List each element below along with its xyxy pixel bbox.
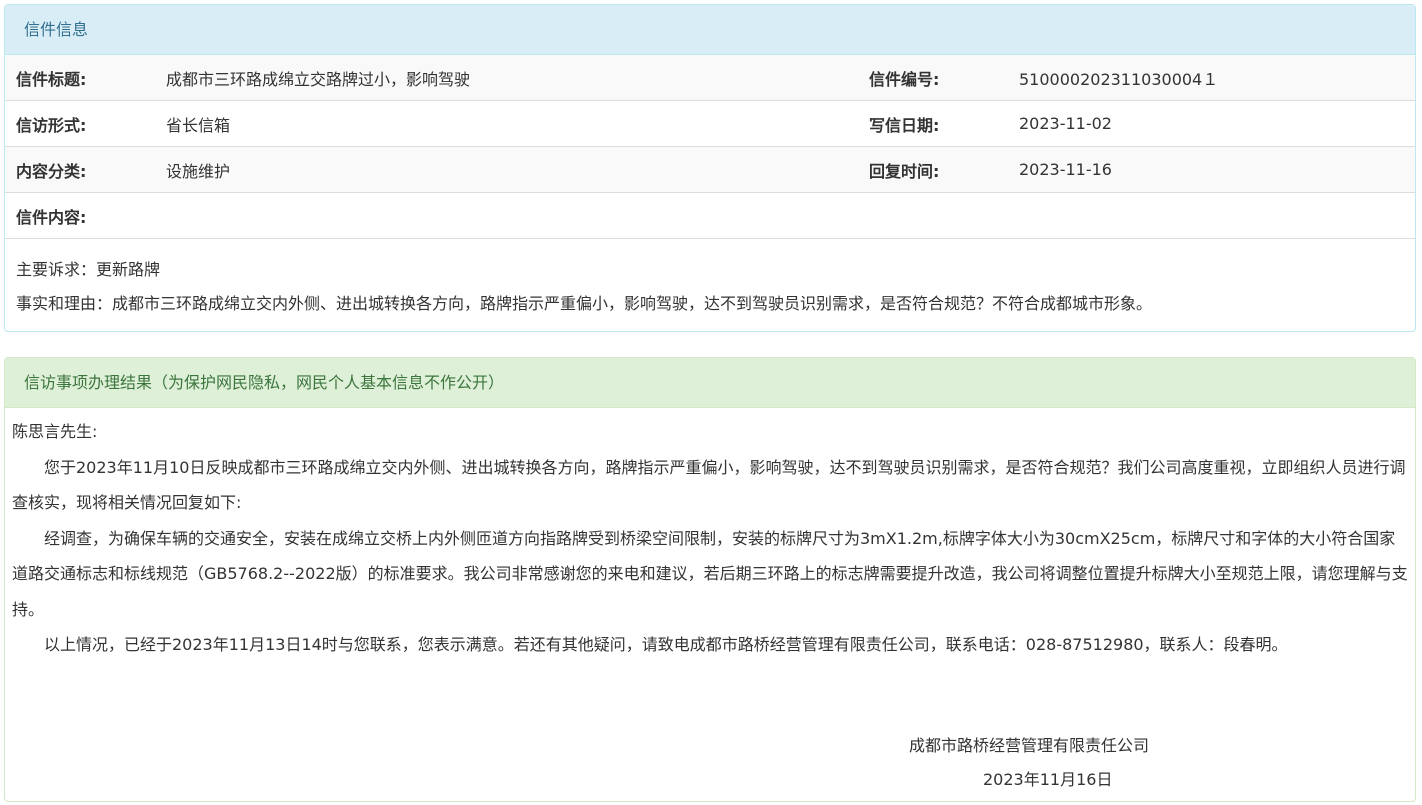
main-request: 主要诉求：更新路牌 [16,260,161,279]
result-paragraph: 以上情况，已经于2023年11月13日14时与您联系，您表示满意。若还有其他疑问… [44,635,1288,654]
result-paragraph: 您于2023年11月10日反映成都市三环路成绵立交内外侧、进出城转换各方向，路牌… [12,457,1406,513]
content-label: 信件内容: [5,192,1415,239]
write-date-label: 写信日期: [858,100,1008,147]
result-body: 陈思言先生: 您于2023年11月10日反映成都市三环路成绵立交内外侧、进出城转… [5,408,1415,663]
visit-form-label: 信访形式: [5,100,155,147]
reply-time-label: 回复时间: [858,146,1008,193]
table-row: 内容分类: 设施维护 回复时间: 2023-11-16 [5,146,1415,193]
reply-time-value: 2023-11-16 [1008,146,1415,193]
letter-info-heading: 信件信息 [5,5,1415,55]
table-row: 信件标题: 成都市三环路成绵立交路牌过小，影响驾驶 信件编号: 51000020… [5,55,1415,101]
result-paragraph: 经调查，为确保车辆的交通安全，安装在成绵立交桥上内外侧匝道方向指路牌受到桥梁空间… [12,528,1408,619]
visit-form-value: 省长信箱 [155,100,858,147]
category-value: 设施维护 [155,146,858,193]
salutation: 陈思言先生: [12,422,98,441]
letter-title-value: 成都市三环路成绵立交路牌过小，影响驾驶 [155,55,858,101]
result-panel: 信访事项办理结果（为保护网民隐私，网民个人基本信息不作公开） 陈思言先生: 您于… [4,357,1416,802]
write-date-value: 2023-11-02 [1008,100,1415,147]
table-row: 信件内容: [5,192,1415,239]
letter-info-table: 信件标题: 成都市三环路成绵立交路牌过小，影响驾驶 信件编号: 51000020… [5,55,1415,239]
letter-number-label: 信件编号: [858,55,1008,101]
letter-title-label: 信件标题: [5,55,155,101]
letter-info-panel: 信件信息 信件标题: 成都市三环路成绵立交路牌过小，影响驾驶 信件编号: 510… [4,4,1416,332]
table-row: 信访形式: 省长信箱 写信日期: 2023-11-02 [5,100,1415,147]
category-label: 内容分类: [5,146,155,193]
letter-content: 主要诉求：更新路牌 事实和理由：成都市三环路成绵立交内外侧、进出城转换各方向，路… [5,239,1415,321]
signature-org: 成都市路桥经营管理有限责任公司 [909,736,1150,755]
facts-and-reasons: 事实和理由：成都市三环路成绵立交内外侧、进出城转换各方向，路牌指示严重偏小，影响… [16,294,1153,313]
result-heading: 信访事项办理结果（为保护网民隐私，网民个人基本信息不作公开） [5,358,1415,408]
letter-number-value: 510000202311030004１ [1008,55,1415,101]
signature-date: 2023年11月16日 [983,770,1113,789]
